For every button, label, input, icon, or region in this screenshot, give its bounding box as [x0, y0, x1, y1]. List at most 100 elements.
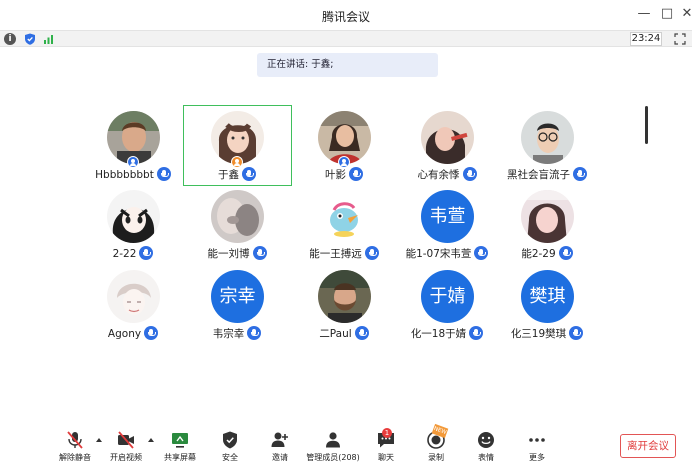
minimize-icon[interactable]: — — [636, 6, 652, 22]
avatar[interactable]: 宗幸 — [211, 270, 264, 323]
participant-tile[interactable]: 2-22 — [83, 190, 183, 266]
emoji-button[interactable]: 表情 — [469, 430, 503, 464]
avatar[interactable] — [318, 270, 371, 323]
avatar[interactable] — [211, 190, 264, 243]
participant-tile[interactable]: 心有余悸 — [397, 111, 497, 187]
leave-meeting-button[interactable]: 离开会议 — [620, 434, 676, 458]
participant-name: 能2-29 — [521, 248, 556, 260]
maximize-icon[interactable]: □ — [659, 6, 675, 22]
manage-members-button[interactable]: 管理成员(208) — [303, 430, 363, 464]
shield-icon — [223, 431, 237, 449]
participant-name: 韦宗幸 — [212, 328, 245, 340]
participant-tile[interactable]: 宗幸 韦宗幸 — [187, 270, 287, 346]
participant-name: 于鑫 — [218, 169, 239, 181]
participant-name-row: 二Paul — [294, 326, 394, 342]
participant-tile[interactable]: 于鑫 — [187, 111, 287, 187]
emoji-icon — [478, 432, 494, 448]
mute-options-arrow[interactable] — [96, 438, 102, 442]
avatar[interactable]: 樊琪 — [521, 270, 574, 323]
more-label: 更多 — [529, 453, 545, 462]
invite-label: 邀请 — [272, 453, 288, 462]
mic-icon — [558, 246, 573, 260]
participant-name: 能1-07宋韦萱 — [405, 248, 472, 260]
chat-unread-badge: 1 — [382, 428, 392, 438]
mic-icon — [573, 167, 587, 181]
mic-icon — [469, 326, 484, 340]
mic-icon — [242, 167, 256, 181]
fullscreen-icon[interactable] — [674, 33, 686, 45]
participant-tile[interactable]: 能一刘博 — [187, 190, 287, 266]
bottom-toolbar: 解除静音 开启视频 共享屏幕 安全 邀请 管理成员(208) 1 聊天 NEW … — [0, 420, 692, 465]
participant-name: 叶影 — [325, 169, 346, 181]
avatar[interactable]: 韦萱 — [421, 190, 474, 243]
video-options-arrow[interactable] — [148, 438, 154, 442]
share-screen-icon — [172, 433, 188, 448]
participant-tile[interactable]: 能2-29 — [497, 190, 597, 266]
participant-tile[interactable]: 韦萱能1-07宋韦萱 — [397, 190, 497, 266]
unmute-button[interactable]: 解除静音 — [55, 430, 95, 464]
start-video-button[interactable]: 开启视频 — [106, 430, 146, 464]
participant-name: 化一18于婧 — [410, 328, 467, 340]
avatar[interactable] — [421, 111, 474, 164]
participant-name-row: 化一18于婧 — [397, 326, 497, 342]
participant-name: 心有余悸 — [417, 169, 460, 181]
signal-icon[interactable] — [43, 33, 55, 45]
participant-name-row: 化三19樊琪 — [497, 326, 597, 342]
avatar[interactable] — [521, 111, 574, 164]
participant-name-row: 心有余悸 — [397, 167, 497, 183]
status-bar: i 23:24 — [0, 30, 692, 47]
participant-tile[interactable]: Hbbbbbbbt — [83, 111, 183, 187]
participant-name-row: 能一刘博 — [187, 246, 287, 262]
share-screen-button[interactable]: 共享屏幕 — [160, 430, 200, 464]
record-button[interactable]: NEW 录制 — [419, 423, 453, 464]
avatar[interactable] — [107, 270, 160, 323]
more-icon — [529, 438, 545, 442]
chat-button[interactable]: 1 聊天 — [369, 428, 403, 464]
participant-name: 黑社会盲流子 — [507, 169, 570, 181]
mic-icon — [354, 326, 369, 340]
participant-name: 能一王搏远 — [309, 248, 362, 260]
participant-name-row: 叶影 — [294, 167, 394, 183]
invite-button[interactable]: 邀请 — [263, 430, 297, 464]
participant-tile[interactable]: 能一王搏远 — [294, 190, 394, 266]
mic-icon — [462, 167, 477, 181]
participant-name: Agony — [107, 328, 142, 340]
participant-name-row: 能1-07宋韦萱 — [397, 246, 497, 262]
close-icon[interactable]: ✕ — [679, 6, 692, 22]
mic-icon — [474, 246, 489, 260]
participant-name-row: 2-22 — [83, 246, 183, 262]
info-icon[interactable]: i — [4, 33, 16, 45]
avatar[interactable]: 于婧 — [421, 270, 474, 323]
participant-tile[interactable]: 樊琪化三19樊琪 — [497, 270, 597, 346]
participant-tile[interactable]: Agony — [83, 270, 183, 346]
participant-name: 化三19樊琪 — [510, 328, 567, 340]
participant-name-row: 韦宗幸 — [187, 326, 287, 342]
participant-name: 二Paul — [319, 328, 352, 340]
participant-tile[interactable]: 叶影 — [294, 111, 394, 187]
more-button[interactable]: 更多 — [520, 430, 554, 464]
add-user-icon — [271, 432, 288, 447]
avatar[interactable] — [318, 190, 371, 243]
mic-icon — [252, 246, 267, 260]
participant-name-row: Hbbbbbbbt — [83, 167, 183, 183]
participant-tile[interactable]: 黑社会盲流子 — [497, 111, 597, 187]
participant-name-row: 能一王搏远 — [294, 246, 394, 262]
avatar[interactable] — [521, 190, 574, 243]
mic-icon — [364, 246, 379, 260]
meeting-timer: 23:24 — [630, 32, 662, 46]
mic-icon — [349, 167, 363, 181]
shield-icon[interactable] — [24, 33, 36, 45]
participant-tile[interactable]: 于婧化一18于婧 — [397, 270, 497, 346]
scrollbar-thumb[interactable] — [645, 106, 648, 144]
record-label: 录制 — [428, 453, 444, 462]
participant-tile[interactable]: 二Paul — [294, 270, 394, 346]
security-button[interactable]: 安全 — [213, 430, 247, 464]
participant-name: 能一刘博 — [207, 248, 250, 260]
chat-label: 聊天 — [378, 453, 394, 462]
share-screen-label: 共享屏幕 — [164, 453, 196, 462]
manage-members-label: 管理成员(208) — [306, 453, 360, 462]
participant-name-row: Agony — [83, 326, 183, 342]
avatar[interactable] — [107, 190, 160, 243]
security-label: 安全 — [222, 453, 238, 462]
participant-name-row: 于鑫 — [187, 167, 287, 183]
